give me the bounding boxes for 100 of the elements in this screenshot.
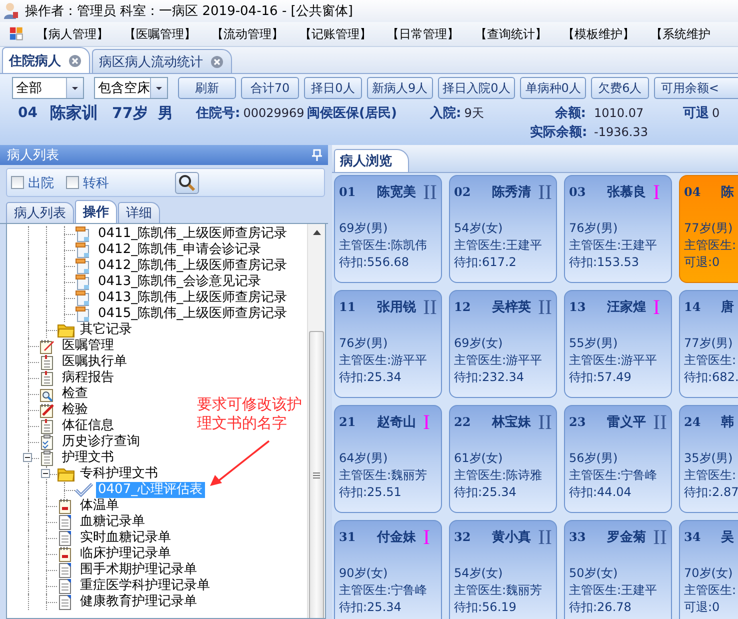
doctor-name: 主管医生:游平平 xyxy=(339,352,428,369)
tree-item[interactable]: 围手术期护理记录单 xyxy=(78,562,199,578)
toolbar-button[interactable]: 合计70 xyxy=(241,77,299,99)
bed-number: 33 xyxy=(569,530,587,544)
patient-age: 69岁(女) xyxy=(454,335,504,352)
field-value: 1010.07 xyxy=(594,106,645,120)
menu-item[interactable]: 【记账管理】 xyxy=(299,26,388,42)
patient-card[interactable]: 13 汪家煌 I 55岁(男) 主管医生:游平平 待扣:57.49 xyxy=(564,290,672,398)
tree-item[interactable]: 0413_陈凯伟_上级医师查房记录 xyxy=(96,290,290,306)
toolbar-button[interactable]: 欠费6人 xyxy=(590,77,649,99)
bed-number: 34 xyxy=(684,530,702,544)
patient-card[interactable]: 31 付金妹 I 90岁(女) 主管医生:宁鲁峰 待扣:25.34 xyxy=(334,520,442,619)
doctor-name: 主管医生:王建平 xyxy=(569,237,658,254)
menu-item[interactable]: 【查询统计】 xyxy=(474,26,563,42)
patient-age: 54岁(女) xyxy=(454,565,504,582)
dropdown-field[interactable]: 全部 xyxy=(12,77,84,99)
patient-card[interactable]: 14 唐 77岁(男) 主管医生: 待扣:682. xyxy=(679,290,738,398)
patient-name: 雷义平 xyxy=(607,414,646,431)
patient-card[interactable]: 23 雷义平 II 56岁(男) 主管医生:宁鲁峰 待扣:44.04 xyxy=(564,405,672,513)
menu-item[interactable]: 【流动管理】 xyxy=(212,26,300,42)
tree-item[interactable]: 血糖记录单 xyxy=(78,514,147,530)
tree-item[interactable]: 健康教育护理记录单 xyxy=(78,594,199,610)
tree-item[interactable]: 体温单 xyxy=(78,498,121,514)
menu-item[interactable]: 【病人管理】 xyxy=(36,26,124,42)
balance-text: 待扣:25.34 xyxy=(339,599,402,616)
panel-tab[interactable]: 详细 xyxy=(118,202,160,223)
doctor-name: 主管医生:陈凯伟 xyxy=(339,237,428,254)
patient-age: 55岁(男) xyxy=(569,335,619,352)
toolbar-button[interactable]: 可用余额< xyxy=(654,77,738,99)
tree-item[interactable]: 医嘱管理 xyxy=(60,338,116,354)
tree-item[interactable]: 医嘱执行单 xyxy=(60,354,129,370)
field-label: 实际余额: xyxy=(530,124,586,140)
patient-age: 61岁(女) xyxy=(454,450,504,467)
patient-age: 77岁(男) xyxy=(684,220,734,237)
dropdown-field[interactable]: 包含空床 xyxy=(94,77,168,99)
tree-item[interactable]: 重症医学科护理记录单 xyxy=(78,578,212,594)
field-value: 00029969 xyxy=(243,106,304,120)
tree-item[interactable]: 0412_陈凯伟_上级医师查房记录 xyxy=(96,258,290,274)
menu-item[interactable]: 【模板维护】 xyxy=(562,26,650,42)
tree-item[interactable]: 病程报告 xyxy=(60,370,116,386)
tree-item[interactable]: 实时血糖记录单 xyxy=(78,530,173,546)
patient-card[interactable]: 34 吴 70岁(女) 主管医生: 可退:0 xyxy=(679,520,738,619)
patient-age: 50岁(女) xyxy=(569,565,619,582)
menu-item[interactable]: 【医嘱管理】 xyxy=(124,26,212,42)
toolbar-button[interactable]: 择日入院0人 xyxy=(438,77,516,99)
balance-text: 待扣:44.04 xyxy=(569,484,632,501)
menu-item[interactable]: 【日常管理】 xyxy=(387,26,475,42)
tree-item[interactable]: 0415_陈凯伟_上级医师查房记录 xyxy=(96,306,290,322)
bed-number: 23 xyxy=(569,415,587,429)
patient-card[interactable]: 12 吴梓英 II 69岁(女) 主管医生:游平平 待扣:232.34 xyxy=(449,290,557,398)
bed-number: 11 xyxy=(339,300,357,314)
bed-number: 13 xyxy=(569,300,587,314)
patient-name: 张用锐 xyxy=(377,299,416,316)
checkbox-label: 转科 xyxy=(83,174,109,192)
tree-item[interactable]: 临床护理记录单 xyxy=(78,546,173,562)
patient-card[interactable]: 04 陈 77岁(男) 主管医生: 可退:0 xyxy=(679,175,738,283)
care-grade: II xyxy=(423,297,437,317)
tree-item[interactable]: 护理文书 xyxy=(60,450,116,466)
tree-item[interactable]: 体征信息 xyxy=(60,418,116,434)
patient-name: 黄小真 xyxy=(492,529,531,546)
patient-name: 林宝妹 xyxy=(492,414,531,431)
doctor-name: 主管医生:游平平 xyxy=(454,352,544,369)
balance-text: 待扣:26.78 xyxy=(569,599,632,616)
bed-number: 01 xyxy=(339,185,357,199)
patient-card[interactable]: 01 陈宽美 II 69岁(男) 主管医生:陈凯伟 待扣:556.68 xyxy=(334,175,442,283)
toolbar-button[interactable]: 刷新 xyxy=(178,77,236,99)
tree-item[interactable]: 其它记录 xyxy=(78,322,134,338)
patient-card[interactable]: 22 林宝妹 II 61岁(女) 主管医生:陈诗雅 待扣:25.34 xyxy=(449,405,557,513)
toolbar-button[interactable]: 择日0人 xyxy=(304,77,362,99)
patient-card[interactable]: 02 陈秀清 II 54岁(女) 主管医生:王建平 待扣:617.2 xyxy=(449,175,557,283)
patient-name: 陈秀清 xyxy=(492,184,531,201)
document-tab[interactable]: 住院病人 xyxy=(2,47,90,73)
patient-card[interactable]: 03 张慕良 I 76岁(男) 主管医生:王建平 待扣:153.53 xyxy=(564,175,672,283)
care-grade: II xyxy=(538,527,552,547)
patient-name: 韩 xyxy=(721,414,734,431)
patient-card[interactable]: 33 罗金菊 II 50岁(女) 主管医生:王建平 待扣:26.78 xyxy=(564,520,672,619)
toolbar-button[interactable]: 新病人9人 xyxy=(367,77,433,99)
tree-item[interactable]: 0411_陈凯伟_上级医师查房记录 xyxy=(96,226,290,242)
panel-tab[interactable]: 病人浏览 xyxy=(334,149,409,172)
balance-text: 可退:0 xyxy=(684,599,721,616)
patient-card[interactable]: 21 赵奇山 I 64岁(男) 主管医生:魏丽芳 待扣:25.51 xyxy=(334,405,442,513)
tree-item[interactable]: 检验 xyxy=(60,402,90,418)
tree-item[interactable]: 专科护理文书 xyxy=(78,466,160,482)
tree-item[interactable]: 历史诊疗查询 xyxy=(60,434,142,450)
balance-text: 待扣:617.2 xyxy=(454,254,518,271)
patient-age: 64岁(男) xyxy=(339,450,389,467)
document-tab[interactable]: 病区病人流动统计 xyxy=(92,49,232,73)
patient-card[interactable]: 24 韩 35岁(男) 主管医生: 待扣:2.87 xyxy=(679,405,738,513)
insurance-type: 闽侯医保(居民) xyxy=(307,105,398,122)
toolbar-button[interactable]: 单病种0人 xyxy=(520,77,586,99)
menu-item[interactable]: 【系统维护 xyxy=(650,26,738,42)
tree-item[interactable]: 0413_陈凯伟_会诊意见记录 xyxy=(96,274,264,290)
panel-tab[interactable]: 操作 xyxy=(75,200,117,223)
tree-item[interactable]: 检查 xyxy=(60,386,90,402)
panel-tab[interactable]: 病人列表 xyxy=(6,202,74,223)
patient-card[interactable]: 32 黄小真 II 54岁(女) 主管医生:魏丽芳 待扣:56.19 xyxy=(449,520,557,619)
bed-number: 02 xyxy=(454,185,472,199)
tree-item[interactable]: 0412_陈凯伟_申请会诊记录 xyxy=(96,242,264,258)
patient-card[interactable]: 11 张用锐 II 76岁(男) 主管医生:游平平 待扣:25.34 xyxy=(334,290,442,398)
patient-name: 陈宽美 xyxy=(377,184,416,201)
